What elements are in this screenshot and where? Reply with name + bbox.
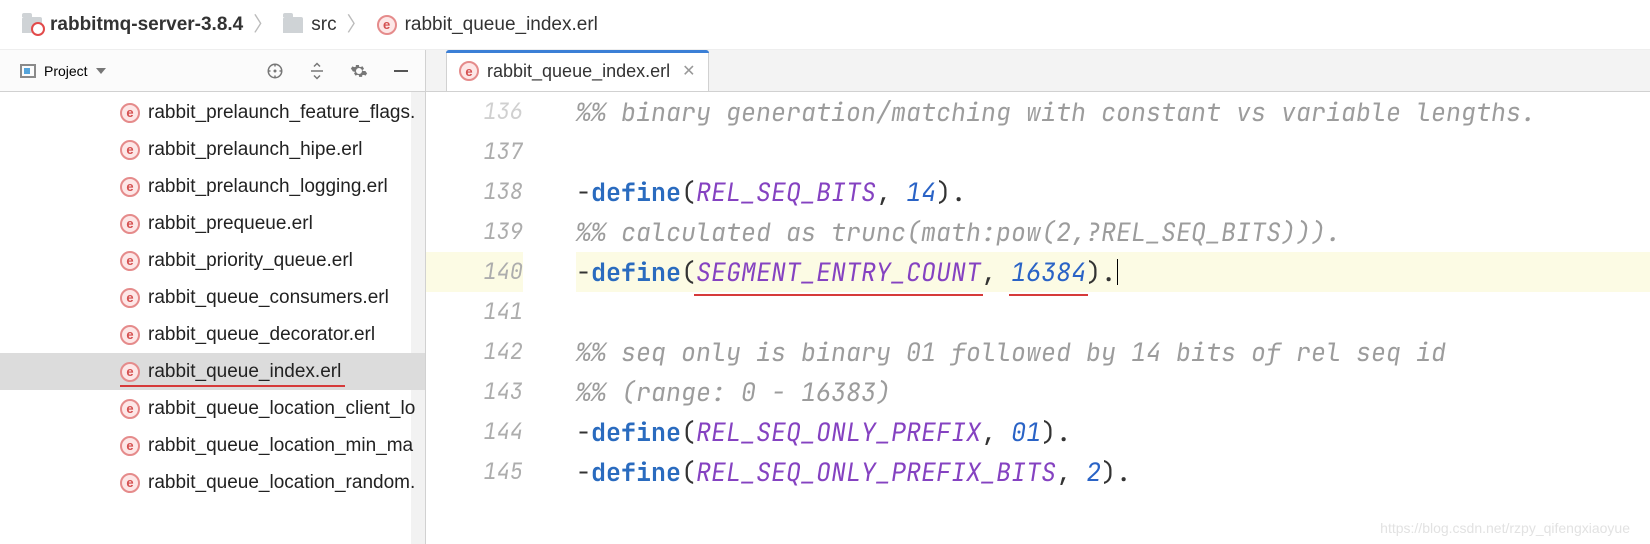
erlang-file-icon: e xyxy=(120,325,140,345)
erlang-file-icon: e xyxy=(120,214,140,234)
breadcrumb-separator-icon: 〉 xyxy=(343,15,371,35)
line-number: 141 xyxy=(426,292,523,332)
code-line[interactable]: -define(REL_SEQ_ONLY_PREFIX_BITS, 2). xyxy=(576,452,1650,492)
code-line[interactable]: -define(SEGMENT_ENTRY_COUNT, 16384). xyxy=(576,252,1650,292)
file-tree-item-label: rabbit_queue_location_random. xyxy=(148,472,415,494)
text-cursor xyxy=(1117,259,1118,285)
file-tree-item-label: rabbit_prelaunch_feature_flags. xyxy=(148,102,415,124)
breadcrumb-folder[interactable]: src xyxy=(283,14,336,36)
file-tree-item[interactable]: e rabbit_queue_location_min_ma xyxy=(0,427,425,464)
code-lines[interactable]: %% binary generation/matching with const… xyxy=(546,92,1650,544)
file-tree-item-label: rabbit_priority_queue.erl xyxy=(148,250,353,272)
gear-icon[interactable] xyxy=(349,61,369,81)
erlang-file-icon: e xyxy=(120,436,140,456)
erlang-file-icon: e xyxy=(120,473,140,493)
code-line[interactable] xyxy=(576,132,1650,172)
project-panel: Project e rabbit_prelaunch_feature_flags.… xyxy=(0,50,426,544)
file-tree-item[interactable]: e rabbit_prelaunch_feature_flags. xyxy=(0,94,425,131)
file-tree-item-label: rabbit_queue_location_client_lo xyxy=(148,398,415,420)
code-line[interactable]: %% seq only is binary 01 followed by 14 … xyxy=(576,332,1650,372)
erlang-file-icon: e xyxy=(120,288,140,308)
line-number: 143 xyxy=(426,372,523,412)
line-number-gutter: 136137138139140141142143144145 xyxy=(426,92,546,544)
file-tree-item-label: rabbit_queue_index.erl xyxy=(148,361,341,383)
code-line[interactable]: -define(REL_SEQ_ONLY_PREFIX, 01). xyxy=(576,412,1650,452)
breadcrumb-project-label: rabbitmq-server-3.8.4 xyxy=(50,14,243,36)
file-tree-item[interactable]: e rabbit_queue_location_random. xyxy=(0,464,425,501)
file-tree-item-label: rabbit_prequeue.erl xyxy=(148,213,313,235)
file-tree-item-label: rabbit_queue_decorator.erl xyxy=(148,324,375,346)
file-tree-item[interactable]: e rabbit_priority_queue.erl xyxy=(0,242,425,279)
expand-all-icon[interactable] xyxy=(307,61,327,81)
breadcrumb-separator-icon: 〉 xyxy=(249,15,277,35)
line-number: 142 xyxy=(426,332,523,372)
editor-tab-active[interactable]: e rabbit_queue_index.erl ✕ xyxy=(446,50,709,91)
tool-window-icon xyxy=(20,64,36,78)
breadcrumb-file-label: rabbit_queue_index.erl xyxy=(405,14,598,36)
code-line[interactable]: -define(REL_SEQ_BITS, 14). xyxy=(576,172,1650,212)
code-line[interactable] xyxy=(576,292,1650,332)
file-tree-item[interactable]: e rabbit_queue_consumers.erl xyxy=(0,279,425,316)
project-folder-icon xyxy=(22,17,42,33)
file-tree-item[interactable]: e rabbit_prelaunch_logging.erl xyxy=(0,168,425,205)
erlang-file-icon: e xyxy=(120,140,140,160)
watermark: https://blog.csdn.net/rzpy_qifengxiaoyue xyxy=(1380,520,1630,536)
erlang-file-icon: e xyxy=(377,15,397,35)
erlang-file-icon: e xyxy=(120,362,140,382)
erlang-file-icon: e xyxy=(120,177,140,197)
line-number: 140 xyxy=(426,252,523,292)
select-opened-file-icon[interactable] xyxy=(265,61,285,81)
erlang-file-icon: e xyxy=(120,251,140,271)
file-tree-item[interactable]: e rabbit_queue_index.erl xyxy=(0,353,425,390)
code-line[interactable]: %% calculated as trunc(math:pow(2,?REL_S… xyxy=(576,212,1650,252)
line-number: 138 xyxy=(426,172,523,212)
close-icon[interactable]: ✕ xyxy=(678,61,695,81)
file-tree[interactable]: erabbit_prelaunch_feature_flags.erabbit_… xyxy=(0,92,425,544)
project-panel-title: Project xyxy=(44,63,88,79)
code-line[interactable]: %% binary generation/matching with const… xyxy=(576,92,1650,132)
dropdown-caret-icon[interactable] xyxy=(96,68,106,74)
erlang-file-icon: e xyxy=(120,399,140,419)
file-tree-item[interactable]: e rabbit_queue_location_client_lo xyxy=(0,390,425,427)
code-line[interactable]: %% (range: 0 - 16383) xyxy=(576,372,1650,412)
breadcrumb: rabbitmq-server-3.8.4 〉 src 〉 e rabbit_q… xyxy=(0,0,1650,50)
editor-tab-label: rabbit_queue_index.erl xyxy=(487,61,670,82)
line-number: 144 xyxy=(426,412,523,452)
file-tree-item-label: rabbit_prelaunch_logging.erl xyxy=(148,176,388,198)
file-tree-item[interactable]: e rabbit_prequeue.erl xyxy=(0,205,425,242)
line-number: 145 xyxy=(426,452,523,492)
editor: e rabbit_queue_index.erl ✕ 1361371381391… xyxy=(426,50,1650,544)
breadcrumb-project[interactable]: rabbitmq-server-3.8.4 xyxy=(22,14,243,36)
line-number: 137 xyxy=(426,132,523,172)
breadcrumb-file[interactable]: e rabbit_queue_index.erl xyxy=(377,14,598,36)
erlang-file-icon: e xyxy=(120,103,140,123)
erlang-file-icon: e xyxy=(459,61,479,81)
line-number: 136 xyxy=(426,92,523,132)
code-area[interactable]: 136137138139140141142143144145 %% binary… xyxy=(426,92,1650,544)
hide-icon[interactable] xyxy=(391,61,411,81)
breadcrumb-folder-label: src xyxy=(311,14,336,36)
file-tree-item[interactable]: e rabbit_queue_decorator.erl xyxy=(0,316,425,353)
line-number: 139 xyxy=(426,212,523,252)
file-tree-item-label: rabbit_queue_location_min_ma xyxy=(148,435,413,457)
editor-tab-bar: e rabbit_queue_index.erl ✕ xyxy=(426,50,1650,92)
file-tree-item[interactable]: e rabbit_prelaunch_hipe.erl xyxy=(0,131,425,168)
file-tree-item-label: rabbit_prelaunch_hipe.erl xyxy=(148,139,362,161)
folder-icon xyxy=(283,17,303,33)
file-tree-item-label: rabbit_queue_consumers.erl xyxy=(148,287,389,309)
project-panel-header: Project xyxy=(0,50,425,92)
